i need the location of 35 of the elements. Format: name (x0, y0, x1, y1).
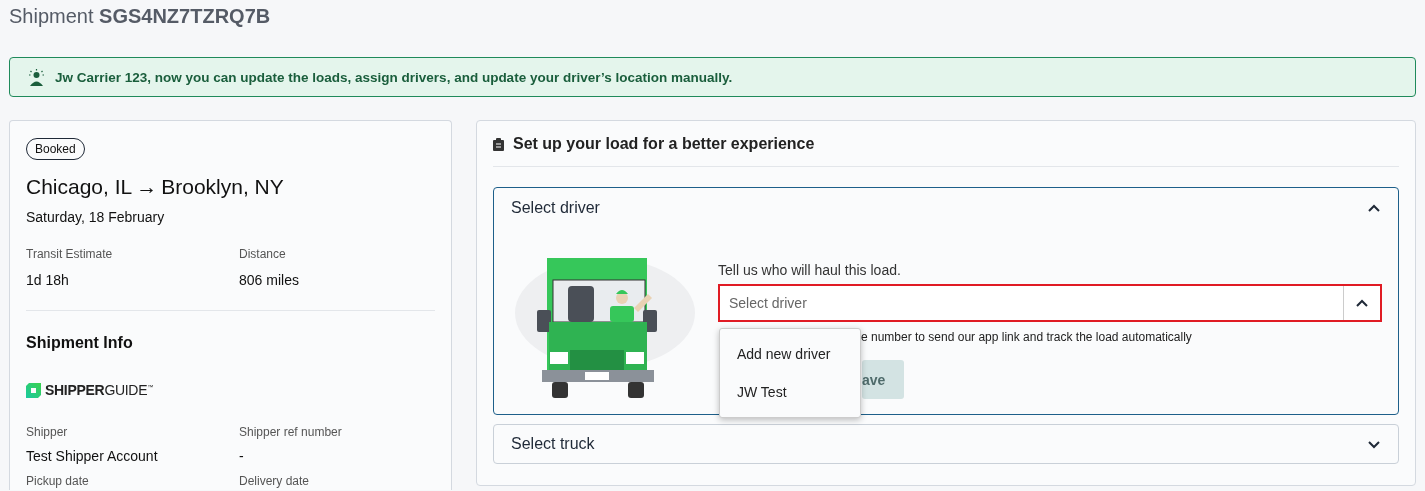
shipment-date: Saturday, 18 February (26, 209, 166, 225)
accordion-header[interactable]: Select truck (494, 425, 1398, 463)
accordion-header[interactable]: Select driver (494, 188, 1398, 228)
field-value: - (239, 448, 245, 464)
section-title: Shipment Info (26, 334, 134, 352)
chevron-up-icon (1367, 203, 1381, 213)
driver-select[interactable]: Select driver (718, 284, 1382, 322)
field-value: 1d 18h (26, 272, 70, 288)
field-value: 806 miles (239, 272, 300, 288)
clipboard-icon (493, 137, 504, 151)
field-value: Test Shipper Account (26, 448, 159, 464)
field-label: Shipper ref number (239, 425, 343, 439)
field-label: Transit Estimate (26, 247, 114, 261)
select-placeholder: Select driver (728, 295, 808, 311)
origin-city: Chicago, IL (26, 175, 133, 199)
chevron-up-icon (1355, 298, 1369, 308)
field-label: Distance (239, 247, 287, 261)
field-label: Pickup date (26, 474, 90, 488)
section-title: Select driver (511, 199, 600, 217)
page-title: Shipment SGS4NZ7TZRQ7B (9, 4, 272, 29)
dropdown-option[interactable]: JW Test (720, 373, 860, 411)
logo-wordmark: SHIPPERGUIDE$^{™}$ (45, 382, 153, 398)
field-label: Shipper (26, 425, 69, 439)
destination-city: Brooklyn, NY (161, 175, 284, 199)
logo-icon (26, 382, 41, 398)
card-title: Set up your load for a better experience (513, 135, 815, 153)
chevron-down-icon (1367, 439, 1381, 449)
helper-text: e number to send our app link and track the load automatically (860, 330, 1193, 344)
route-arrow: → (136, 175, 158, 199)
dropdown-option[interactable]: Add new driver (720, 335, 860, 373)
field-prompt: Tell us who will haul this load. (718, 262, 902, 278)
person-icon (28, 68, 45, 86)
section-title: Select truck (511, 435, 595, 453)
banner-text: Jw Carrier 123, now you can update the loads, assign drivers, and update your driver’s location manually. (55, 69, 733, 85)
field-label: Delivery date (239, 474, 311, 488)
